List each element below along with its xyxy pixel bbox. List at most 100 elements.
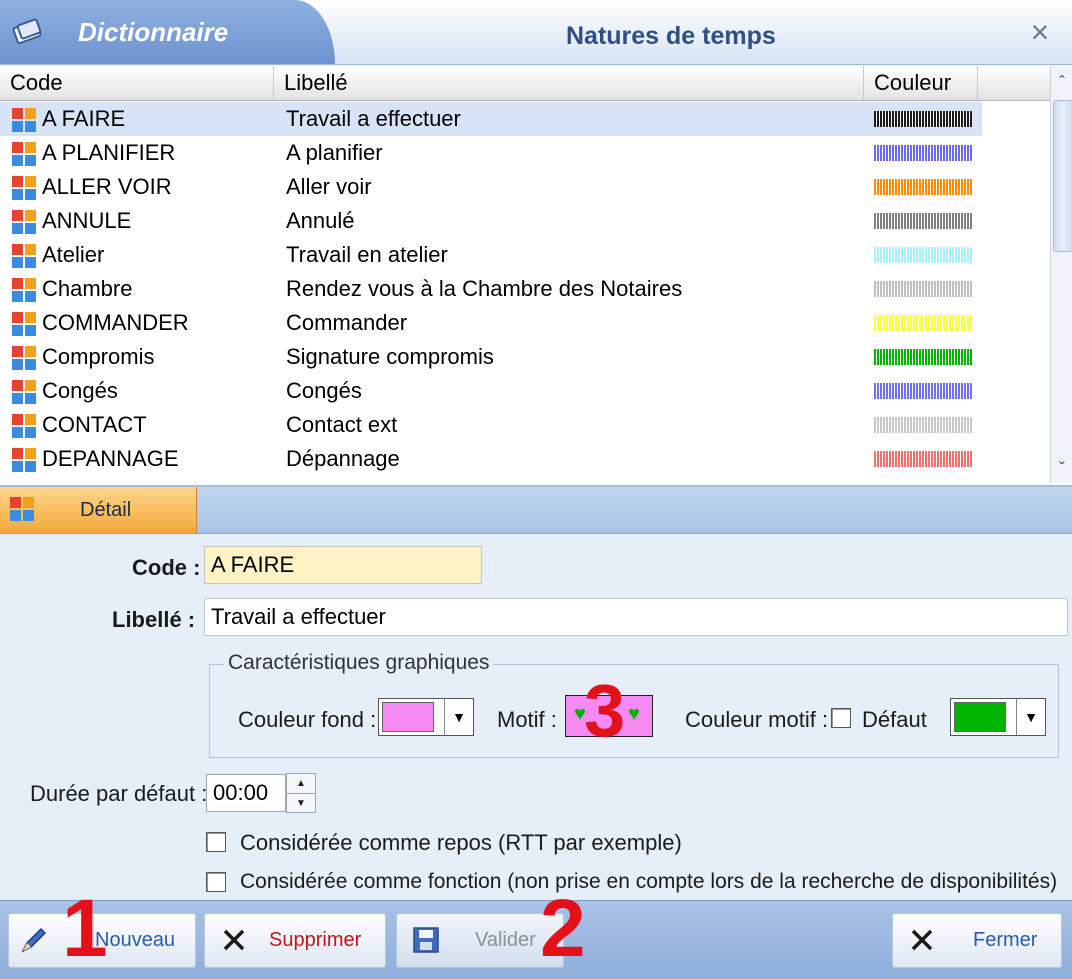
table-row[interactable]: A PLANIFIER A planifier — [0, 136, 982, 170]
scroll-down-icon[interactable]: ˇ — [1051, 458, 1072, 480]
table-row[interactable]: DEPANNAGE Dépannage — [0, 442, 982, 476]
detail-tab-strip: Détail — [0, 487, 1072, 534]
duree-spinner[interactable]: ▲ ▼ — [286, 773, 316, 813]
grid-icon — [12, 176, 36, 200]
cell-libelle: Aller voir — [286, 174, 372, 199]
repos-label: Considérée comme repos (RTT par exemple) — [240, 830, 682, 855]
cell-code: COMMANDER — [42, 310, 189, 335]
cell-code: ALLER VOIR — [42, 174, 172, 199]
grid-icon — [12, 142, 36, 166]
table-row[interactable]: Chambre Rendez vous à la Chambre des Nota… — [0, 272, 982, 306]
defaut-label: Défaut — [862, 707, 927, 732]
natures-grid: Code Libellé Couleur A FAIRE Travail a ef… — [0, 66, 1072, 487]
cell-code: A FAIRE — [42, 106, 126, 131]
table-row[interactable]: Atelier Travail en atelier — [0, 238, 982, 272]
color-pattern-swatch — [874, 281, 972, 297]
grid-icon — [12, 278, 36, 302]
defaut-checkbox[interactable] — [831, 708, 851, 728]
dictionary-tab-label: Dictionnaire — [78, 17, 229, 47]
cell-libelle: Rendez vous à la Chambre des Notaires — [286, 276, 683, 301]
code-label: Code : — [132, 555, 201, 580]
valider-button[interactable]: Valider — [396, 913, 564, 968]
cell-code: Compromis — [42, 344, 155, 369]
cell-code: Congés — [42, 378, 118, 403]
tab-detail-label: Détail — [80, 499, 132, 521]
fonction-checkbox[interactable] — [206, 872, 226, 892]
annotation-number-3: 3 — [584, 669, 626, 752]
couleur-fond-picker[interactable]: ▼ — [378, 698, 474, 736]
grid-icon — [12, 414, 36, 438]
color-pattern-swatch — [874, 383, 972, 399]
vertical-scrollbar[interactable]: ˆ ˇ — [1050, 66, 1072, 483]
table-row[interactable]: Compromis Signature compromis — [0, 340, 982, 374]
couleur-motif-picker[interactable]: ▼ — [950, 698, 1046, 736]
save-disk-icon — [413, 927, 439, 953]
table-row[interactable]: ALLER VOIR Aller voir — [0, 170, 982, 204]
color-pattern-swatch — [874, 417, 972, 433]
tab-detail[interactable]: Détail — [0, 487, 197, 533]
cell-code: CONTACT — [42, 412, 147, 437]
fermer-button-label: Fermer — [973, 929, 1038, 951]
supprimer-button[interactable]: Supprimer — [204, 913, 386, 968]
couleur-motif-label: Couleur motif : — [685, 707, 829, 732]
couleur-fond-label: Couleur fond : — [238, 707, 377, 732]
fonction-label: Considérée comme fonction (non prise en … — [240, 870, 1058, 893]
code-input[interactable]: A FAIRE — [204, 546, 482, 584]
cell-libelle: Annulé — [286, 208, 355, 233]
grid-icon — [12, 244, 36, 268]
cell-libelle: Commander — [286, 310, 408, 335]
grid-icon — [12, 210, 36, 234]
column-header-couleur[interactable]: Couleur — [864, 66, 978, 100]
color-pattern-swatch — [874, 315, 972, 331]
libelle-label: Libellé : — [112, 607, 196, 632]
grid-icon — [12, 346, 36, 370]
supprimer-button-label: Supprimer — [269, 929, 362, 951]
window-title: Natures de temps — [566, 22, 776, 50]
color-pattern-swatch — [874, 213, 972, 229]
dictionary-book-icon — [12, 18, 42, 45]
grid-icon — [12, 108, 36, 132]
grid-icon — [12, 312, 36, 336]
motif-label: Motif : — [497, 707, 557, 732]
cell-code: Atelier — [42, 242, 105, 267]
button-bar: Nouveau Supprimer Valider Fermer — [0, 900, 1072, 979]
table-row[interactable]: Congés Congés — [0, 374, 982, 408]
cell-libelle: Travail en atelier — [286, 242, 448, 267]
cell-code: DEPANNAGE — [42, 446, 179, 471]
table-row[interactable]: ANNULE Annulé — [0, 204, 982, 238]
chevron-down-icon[interactable]: ▼ — [444, 699, 473, 735]
table-row[interactable]: COMMANDER Commander — [0, 306, 982, 340]
valider-button-label: Valider — [475, 929, 536, 951]
table-row[interactable]: A FAIRE Travail a effectuer — [0, 102, 982, 136]
detail-form: Code : A FAIRE Libellé : Travail a effec… — [0, 534, 1072, 908]
libelle-input[interactable]: Travail a effectuer — [204, 598, 1068, 636]
close-icon[interactable]: × — [1024, 16, 1056, 48]
close-icon — [911, 929, 933, 951]
spin-down-icon[interactable]: ▼ — [287, 793, 315, 813]
group-legend: Caractéristiques graphiques — [224, 651, 494, 675]
duree-label: Durée par défaut : — [30, 781, 208, 806]
dictionary-tab[interactable]: Dictionnaire — [0, 0, 335, 64]
color-pattern-swatch — [874, 111, 972, 127]
cell-code: Chambre — [42, 276, 133, 301]
annotation-number-1: 1 — [62, 883, 108, 974]
cell-libelle: Contact ext — [286, 412, 398, 437]
repos-checkbox[interactable] — [206, 832, 226, 852]
title-bar: Dictionnaire Natures de temps × — [0, 0, 1072, 65]
duree-input[interactable]: 00:00 — [206, 774, 286, 812]
dictionary-window: Dictionnaire Natures de temps × Code Lib… — [0, 0, 1072, 979]
grid-icon — [12, 448, 36, 472]
delete-x-icon — [223, 929, 245, 951]
column-header-code[interactable]: Code — [0, 66, 274, 100]
color-pattern-swatch — [874, 451, 972, 467]
cell-libelle: Signature compromis — [286, 344, 494, 369]
scroll-thumb[interactable] — [1053, 100, 1072, 252]
scroll-up-icon[interactable]: ˆ — [1051, 72, 1072, 94]
table-row[interactable]: CONTACT Contact ext — [0, 408, 982, 442]
color-pattern-swatch — [874, 247, 972, 263]
fermer-button[interactable]: Fermer — [892, 913, 1062, 968]
chevron-down-icon[interactable]: ▼ — [1016, 699, 1045, 735]
column-header-libelle[interactable]: Libellé — [274, 66, 864, 100]
color-pattern-swatch — [874, 179, 972, 195]
spin-up-icon[interactable]: ▲ — [287, 774, 315, 793]
